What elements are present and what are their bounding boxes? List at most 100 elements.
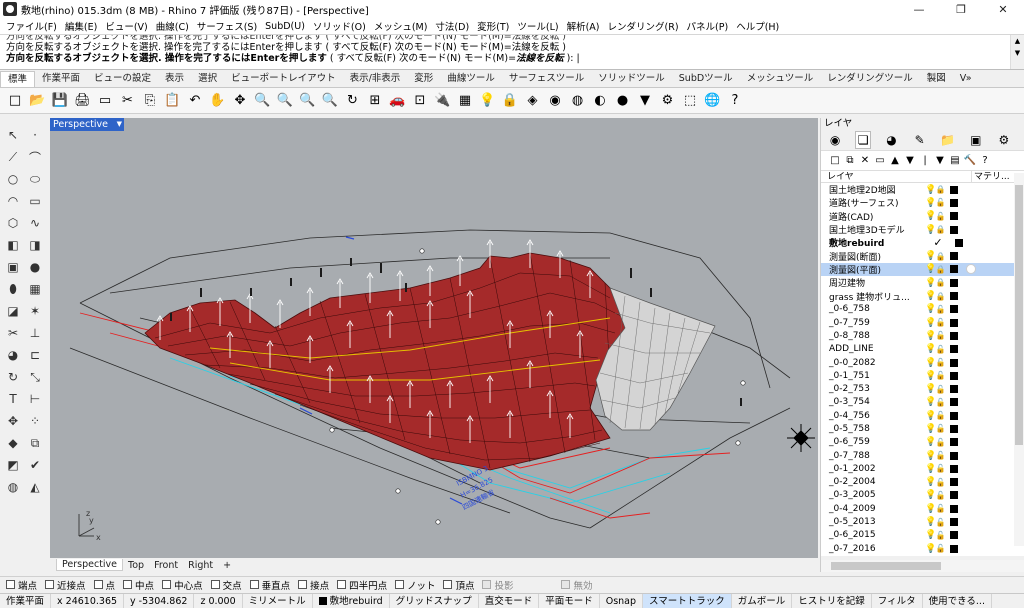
layer-name[interactable]: _0-6_2015 (821, 530, 925, 540)
layer-name[interactable]: 国土地理3Dモデル (821, 223, 925, 236)
new-file-icon[interactable]: □ (6, 92, 24, 110)
layer-name[interactable]: _0-4_2009 (821, 504, 925, 514)
lock-icon[interactable]: 🔓 (935, 331, 946, 340)
visibility-bulb-icon[interactable]: 💡 (925, 318, 936, 328)
layer-row[interactable]: _0-4_756 💡 🔓 (821, 409, 1024, 422)
zoom-selected-icon[interactable]: 🔍 (321, 92, 339, 110)
site-surface-red[interactable] (144, 252, 641, 471)
layer-row[interactable]: _0-0_2082 💡 🔓 (821, 356, 1024, 369)
osnap-checkbox[interactable] (337, 580, 347, 589)
circle-icon[interactable]: ○ (4, 170, 22, 188)
close-button[interactable]: ✕ (982, 0, 1024, 18)
gumball-toggle[interactable]: ガムボール (732, 593, 793, 608)
layer-name[interactable]: _0-1_2002 (821, 464, 925, 474)
layer-color-swatch[interactable] (950, 504, 958, 513)
menu-file[interactable]: ファイル(F) (2, 19, 61, 33)
menu-curve[interactable]: 曲線(C) (152, 19, 193, 33)
layer-color-swatch[interactable] (950, 318, 958, 327)
layer-list[interactable]: 国土地理2D地図 💡 🔒 道路(サーフェス) 💡 🔓 道路(CAD) 💡 🔓 国土地理3Dモデル 💡… (821, 183, 1024, 556)
gumball-icon[interactable]: ◍ (4, 478, 22, 496)
four-view-icon[interactable]: ⊞ (366, 92, 384, 110)
tab-mesh-tools[interactable]: メッシュツール (740, 71, 821, 87)
menu-analyze[interactable]: 解析(A) (563, 19, 604, 33)
lock-icon[interactable]: 🔓 (935, 451, 946, 460)
libraries-tab-icon[interactable]: 📁 (940, 131, 956, 149)
lock-icon[interactable]: 🔓 (935, 305, 946, 314)
lock-icon[interactable]: 🔓 (935, 478, 946, 487)
menu-edit[interactable]: 編集(E) (61, 19, 101, 33)
visibility-bulb-icon[interactable]: 💡 (925, 344, 936, 354)
rotate-view-icon[interactable]: ✥ (231, 92, 249, 110)
join-icon[interactable]: ⊏ (26, 346, 44, 364)
layer-color-swatch[interactable] (950, 491, 958, 500)
layer-name[interactable]: _0-2_753 (821, 384, 925, 394)
render-icon[interactable]: ● (614, 92, 632, 110)
undo-icon[interactable]: ↶ (186, 92, 204, 110)
tab-right[interactable]: Right (183, 560, 218, 571)
lock-icon[interactable]: 🔓 (935, 464, 946, 473)
layer-name[interactable]: _0-7_759 (821, 318, 925, 328)
tab-solid-tools[interactable]: ソリッドツール (591, 71, 672, 87)
tab-transform[interactable]: 変形 (407, 71, 440, 87)
layer-name[interactable]: _0-7_2016 (821, 544, 925, 554)
tab-standard[interactable]: 標準 (0, 71, 36, 87)
dimension-icon[interactable]: ⊢ (26, 390, 44, 408)
layer-name[interactable]: _0-5_2013 (821, 517, 925, 527)
layer-color-swatch[interactable] (950, 398, 958, 407)
osnap-checkbox[interactable] (249, 580, 259, 589)
select-arrow-icon[interactable]: ↖ (4, 126, 22, 144)
layer-row[interactable]: _0-7_759 💡 🔓 (821, 316, 1024, 329)
planar-toggle[interactable]: 平面モード (539, 593, 600, 608)
new-layer-icon[interactable]: □ (829, 154, 841, 168)
visibility-bulb-icon[interactable]: 💡 (925, 437, 936, 447)
record-history-toggle[interactable]: ヒストリを記録 (792, 593, 872, 608)
layer-color-swatch[interactable] (950, 478, 958, 487)
lock-icon[interactable]: 🔓 (935, 358, 946, 367)
visibility-bulb-icon[interactable]: 💡 (925, 211, 936, 221)
visibility-bulb-icon[interactable]: 💡 (925, 477, 936, 487)
layer-name[interactable]: _0-4_756 (821, 411, 925, 421)
lock-icon[interactable]: 🔓 (935, 318, 946, 327)
zoom-extents-icon[interactable]: 🔍 (299, 92, 317, 110)
layer-color-swatch[interactable] (950, 198, 958, 207)
ellipse-icon[interactable]: ⬭ (26, 170, 44, 188)
layer-name[interactable]: _0-6_758 (821, 304, 925, 314)
open-file-icon[interactable]: 📂 (29, 92, 47, 110)
layer-color-swatch[interactable] (950, 531, 958, 540)
layer-row[interactable]: _0-2_2004 💡 🔓 (821, 476, 1024, 489)
visibility-bulb-icon[interactable]: 💡 (925, 198, 936, 208)
tab-drafting[interactable]: 製図 (920, 71, 953, 87)
layer-row[interactable]: _0-5_2013 💡 🔓 (821, 515, 1024, 528)
new-parent-icon[interactable]: ▭ (874, 154, 886, 168)
layer-row[interactable]: _0-5_758 💡 🔓 (821, 422, 1024, 435)
osnap-option[interactable]: 近接点 (45, 578, 86, 592)
osnap-checkbox[interactable] (123, 580, 133, 589)
layer-color-swatch[interactable] (950, 544, 958, 553)
render-tab-icon[interactable]: ◕ (883, 131, 899, 149)
visibility-bulb-icon[interactable]: 💡 (925, 358, 936, 368)
help-icon[interactable]: ? (979, 154, 991, 168)
layer-color-swatch[interactable] (950, 252, 958, 261)
layer-list-hscrollbar[interactable] (821, 560, 1024, 572)
layer-color-swatch[interactable] (950, 185, 958, 194)
sphere-icon[interactable]: ● (26, 258, 44, 276)
menu-solid[interactable]: ソリッド(O) (309, 19, 370, 33)
visibility-bulb-icon[interactable]: 💡 (925, 331, 936, 341)
visibility-bulb-icon[interactable]: 💡 (925, 490, 936, 500)
current-layer-indicator[interactable]: 敷地rebuird (313, 593, 390, 608)
osnap-toggle[interactable]: Osnap (600, 593, 644, 608)
layer-color-swatch[interactable] (950, 292, 958, 301)
layer-color-swatch[interactable] (950, 358, 958, 367)
osnap-checkbox[interactable] (395, 580, 405, 589)
osnap-option[interactable]: 四半円点 (337, 578, 387, 592)
layer-color-swatch[interactable] (950, 305, 958, 314)
osnap-option[interactable]: 投影 (482, 578, 513, 592)
visibility-bulb-icon[interactable]: 💡 (925, 517, 936, 527)
visibility-bulb-icon[interactable]: 💡 (925, 225, 936, 235)
osnap-option[interactable]: 無効 (561, 578, 593, 592)
layer-name[interactable]: 周辺建物 (821, 276, 925, 289)
menu-render[interactable]: レンダリング(R) (604, 19, 683, 33)
layer-row[interactable]: _0-7_2016 💡 🔓 (821, 542, 1024, 555)
tab-more[interactable]: V» (953, 71, 979, 87)
viewport-title-tab[interactable]: Perspective ▼ (50, 118, 125, 131)
